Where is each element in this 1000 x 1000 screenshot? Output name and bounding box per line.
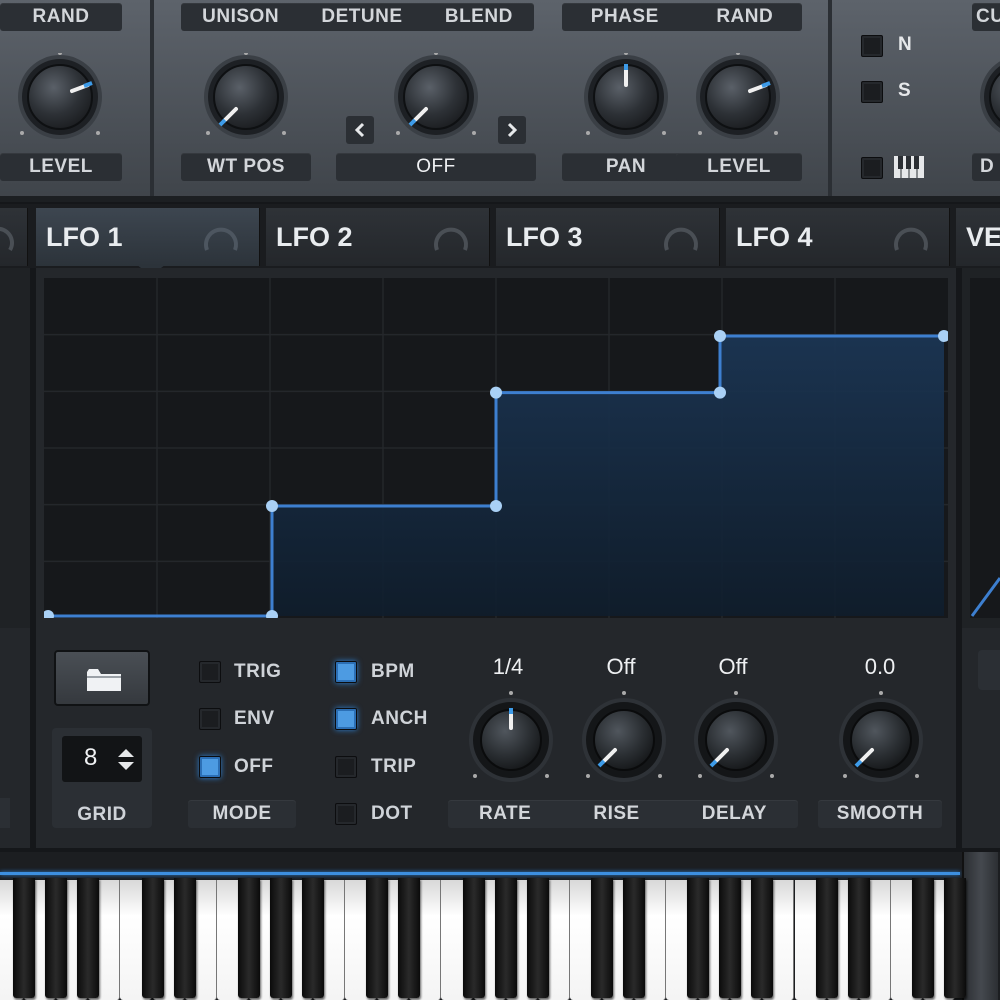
env-partial-graph <box>970 278 1000 618</box>
bottom-right-stub <box>978 650 1000 690</box>
keyboard-scroll-handle[interactable] <box>962 852 998 1000</box>
tab-velo[interactable]: VE <box>956 208 1000 266</box>
black-key[interactable] <box>237 878 260 998</box>
black-key[interactable] <box>366 878 389 998</box>
black-key[interactable] <box>13 878 36 998</box>
black-key[interactable] <box>526 878 549 998</box>
black-key[interactable] <box>494 878 517 998</box>
keyboard[interactable] <box>0 0 966 1000</box>
black-key[interactable] <box>141 878 164 998</box>
cutoff-label: CU <box>972 3 1000 31</box>
drive-label: D <box>972 153 1000 181</box>
black-key[interactable] <box>623 878 645 998</box>
black-key[interactable] <box>719 878 742 998</box>
black-key[interactable] <box>462 878 485 998</box>
black-key[interactable] <box>751 878 774 998</box>
black-key[interactable] <box>847 878 870 998</box>
black-key[interactable] <box>398 878 421 998</box>
cutoff-knob[interactable] <box>972 53 1000 143</box>
black-key[interactable] <box>687 878 710 998</box>
black-key[interactable] <box>269 878 292 998</box>
black-key[interactable] <box>77 878 100 998</box>
black-key[interactable] <box>815 878 838 998</box>
black-key[interactable] <box>45 878 68 998</box>
black-key[interactable] <box>590 878 613 998</box>
black-key[interactable] <box>302 878 324 998</box>
black-key[interactable] <box>944 878 966 998</box>
black-key[interactable] <box>173 878 196 998</box>
black-key[interactable] <box>911 878 934 998</box>
